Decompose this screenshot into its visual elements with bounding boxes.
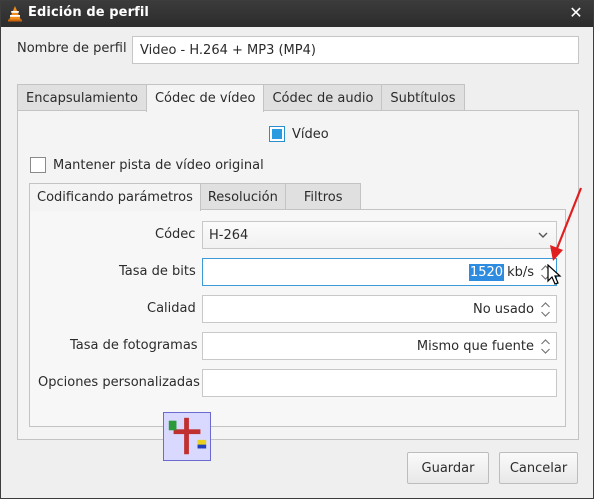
profile-name-input[interactable]: [132, 36, 579, 64]
quality-value: No usado: [473, 301, 534, 317]
video-checkbox[interactable]: Vídeo: [269, 126, 329, 142]
tab-audio-codec[interactable]: Códec de audio: [263, 84, 383, 111]
profile-edit-dialog: Edición de perfil ✕ Nombre de perfil Enc…: [0, 0, 594, 499]
bitrate-spinbox[interactable]: 1520 kb/s: [202, 258, 557, 286]
main-tab-bar: Encapsulamiento Códec de vídeo Códec de …: [17, 84, 465, 112]
framerate-value: Mismo que fuente: [416, 338, 534, 354]
tab-encapsulation[interactable]: Encapsulamiento: [17, 84, 147, 111]
cancel-button[interactable]: Cancelar: [499, 452, 578, 484]
tab-video-codec[interactable]: Códec de vídeo: [145, 84, 265, 112]
tab-subtitles[interactable]: Subtítulos: [381, 84, 465, 111]
codec-select[interactable]: H-264: [202, 221, 557, 249]
save-button[interactable]: Guardar: [407, 452, 489, 484]
custom-options-label: Opciones personalizadas: [38, 375, 200, 390]
tab-encoding-parameters[interactable]: Codificando parámetros: [29, 183, 201, 211]
quality-label: Calidad: [147, 301, 196, 316]
tab-resolution[interactable]: Resolución: [199, 183, 286, 210]
encoding-tab-bar: Codificando parámetros Resolución Filtro…: [29, 183, 362, 211]
tab-filters[interactable]: Filtros: [284, 183, 362, 210]
vlc-cone-icon: [8, 6, 22, 22]
codec-value: H-264: [209, 227, 249, 243]
spin-arrows-icon[interactable]: [540, 301, 551, 318]
video-checkbox-box[interactable]: [269, 126, 285, 142]
window-title: Edición de perfil: [28, 5, 149, 20]
bitrate-label: Tasa de bits: [119, 264, 196, 279]
codec-label: Códec: [155, 227, 196, 242]
framerate-spinbox[interactable]: Mismo que fuente: [202, 332, 557, 360]
app-logo-icon: [163, 412, 211, 461]
keep-original-track-checkbox[interactable]: Mantener pista de vídeo original: [30, 157, 264, 173]
mouse-pointer-icon: [547, 264, 562, 285]
spin-arrows-icon[interactable]: [540, 338, 551, 355]
video-checkbox-label: Vídeo: [292, 126, 329, 142]
custom-options-input[interactable]: [202, 369, 557, 397]
bitrate-unit: kb/s: [507, 264, 534, 280]
framerate-label: Tasa de fotogramas: [70, 338, 198, 353]
keep-original-track-box[interactable]: [30, 157, 46, 173]
bitrate-value: 1520: [468, 263, 505, 281]
profile-name-label: Nombre de perfil: [17, 41, 127, 56]
keep-original-track-label: Mantener pista de vídeo original: [53, 157, 264, 173]
title-bar[interactable]: Edición de perfil ✕: [1, 1, 593, 27]
close-icon[interactable]: ✕: [567, 4, 585, 22]
quality-spinbox[interactable]: No usado: [202, 295, 557, 323]
chevron-down-icon: [538, 232, 548, 238]
